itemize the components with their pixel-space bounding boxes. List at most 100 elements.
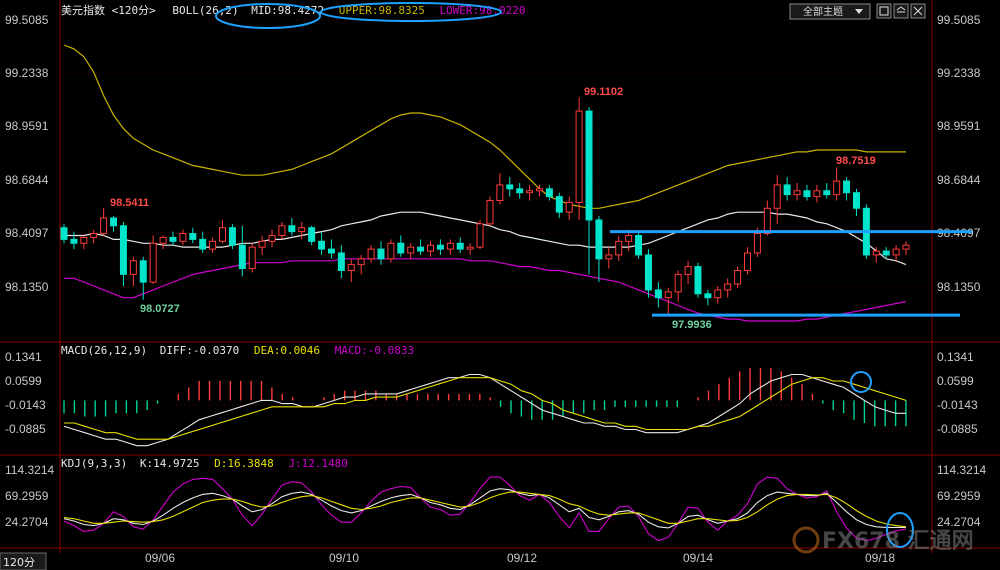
candle-body <box>199 238 207 250</box>
y-tick-label-right: 0.0599 <box>937 374 974 388</box>
candle-body <box>753 233 761 254</box>
candle-body <box>664 291 672 299</box>
candle-body <box>714 289 722 299</box>
candle-body <box>466 246 474 250</box>
kdj-panel-header: KDJ(9,3,3) K:14.9725 D:16.3848 J:12.1480 <box>61 457 348 470</box>
y-tick-label-right: 99.2338 <box>937 66 981 80</box>
y-tick-label-right: 24.2704 <box>937 515 981 529</box>
candle-body <box>248 246 256 270</box>
candle-body <box>387 242 395 260</box>
x-tick-label: 09/14 <box>683 551 713 565</box>
candle-body <box>852 192 860 209</box>
instrument-name: 美元指数 <box>61 3 105 17</box>
candle-body <box>456 242 464 250</box>
y-tick-label-left: -0.0885 <box>5 422 46 436</box>
close-button[interactable] <box>910 3 926 19</box>
y-tick-label-left: 114.3214 <box>5 463 54 477</box>
indicator-name: BOLL(26,2) <box>172 4 238 17</box>
candle-body <box>585 110 593 221</box>
candle-body <box>833 180 841 196</box>
candle-body <box>258 240 266 248</box>
y-tick-label-left: 0.1341 <box>5 350 42 364</box>
candle-body <box>169 236 177 242</box>
annotation-high-right: 98.7519 <box>836 155 876 167</box>
candle-body <box>595 219 603 260</box>
period-tab[interactable]: 120分 <box>0 552 47 570</box>
candle-body <box>179 233 187 242</box>
x-tick-label: 09/06 <box>145 551 175 565</box>
candle-body <box>803 190 811 198</box>
candle-body <box>209 240 217 250</box>
candle-body <box>238 244 246 270</box>
candle-body <box>615 240 623 256</box>
candle-body <box>773 184 781 209</box>
kdj-indicator-name: KDJ(9,3,3) <box>61 457 127 470</box>
y-tick-label-right: 69.2959 <box>937 489 981 503</box>
d-label: D:16.3848 <box>214 457 274 470</box>
y-tick-label-left: 98.9591 <box>5 119 49 133</box>
candle-body <box>377 248 385 260</box>
period-tag: <120分> <box>112 4 156 17</box>
candle-body <box>813 190 821 198</box>
dea-label: DEA:0.0046 <box>254 344 320 357</box>
candle-body <box>605 254 613 260</box>
candle-body <box>823 190 831 196</box>
candle-body <box>635 234 643 256</box>
macd-panel-header: MACD(26,12,9) DIFF:-0.0370 DEA:0.0046 MA… <box>61 344 414 357</box>
annotation-trough: 97.9936 <box>672 319 712 331</box>
candle-body <box>139 260 147 283</box>
zoom-button[interactable] <box>876 3 892 19</box>
candle-body <box>684 266 692 275</box>
restore-button[interactable] <box>893 3 909 19</box>
candle-body <box>347 264 355 271</box>
period-tab-label: 120分 <box>3 556 35 569</box>
candle-body <box>80 236 88 244</box>
macd-label: MACD:-0.0833 <box>335 344 414 357</box>
y-tick-label-left: 98.4097 <box>5 226 49 240</box>
y-tick-label-left: 0.0599 <box>5 374 42 388</box>
candle-body <box>545 188 553 198</box>
annotation-high-left: 98.5411 <box>110 197 149 209</box>
candle-body <box>654 289 662 299</box>
candle-body <box>427 244 435 252</box>
candle-body <box>129 260 137 275</box>
y-tick-label-left: -0.0143 <box>5 398 46 412</box>
candle-body <box>60 227 68 240</box>
candle-body <box>417 246 425 252</box>
candle-body <box>308 227 316 242</box>
candle-body <box>100 217 108 235</box>
candle-body <box>734 269 742 285</box>
y-tick-label-left: 99.2338 <box>5 66 49 80</box>
candle-body <box>228 227 236 246</box>
candle-body <box>704 293 712 299</box>
candle-body <box>575 110 583 203</box>
y-tick-label-right: 99.5085 <box>937 13 981 27</box>
candle-body <box>327 248 335 254</box>
k-label: K:14.9725 <box>140 457 200 470</box>
candle-body <box>625 234 633 242</box>
candle-body <box>783 184 791 196</box>
candle-body <box>268 234 276 242</box>
y-tick-label-left: 69.2959 <box>5 489 49 503</box>
topic-dropdown[interactable]: 全部主题 <box>789 3 871 20</box>
topic-dropdown-label: 全部主题 <box>803 5 843 18</box>
candle-body <box>110 217 118 227</box>
diff-label: DIFF:-0.0370 <box>160 344 239 357</box>
candle-body <box>436 244 444 250</box>
y-tick-label-right: 114.3214 <box>937 463 986 477</box>
macd-indicator-name: MACD(26,12,9) <box>61 344 147 357</box>
candle-body <box>882 250 890 256</box>
candle-body <box>555 196 563 213</box>
candle-body <box>486 199 494 225</box>
candle-body <box>644 254 652 291</box>
candle-body <box>159 236 167 244</box>
candle-body <box>476 223 484 248</box>
candle-body <box>724 283 732 291</box>
candle-body <box>872 250 880 256</box>
candle-body <box>397 242 405 254</box>
candle-body <box>337 252 345 271</box>
candle-body <box>526 190 534 194</box>
candle-body <box>278 225 286 236</box>
candle-body <box>70 238 78 244</box>
y-tick-label-right: -0.0143 <box>937 398 978 412</box>
